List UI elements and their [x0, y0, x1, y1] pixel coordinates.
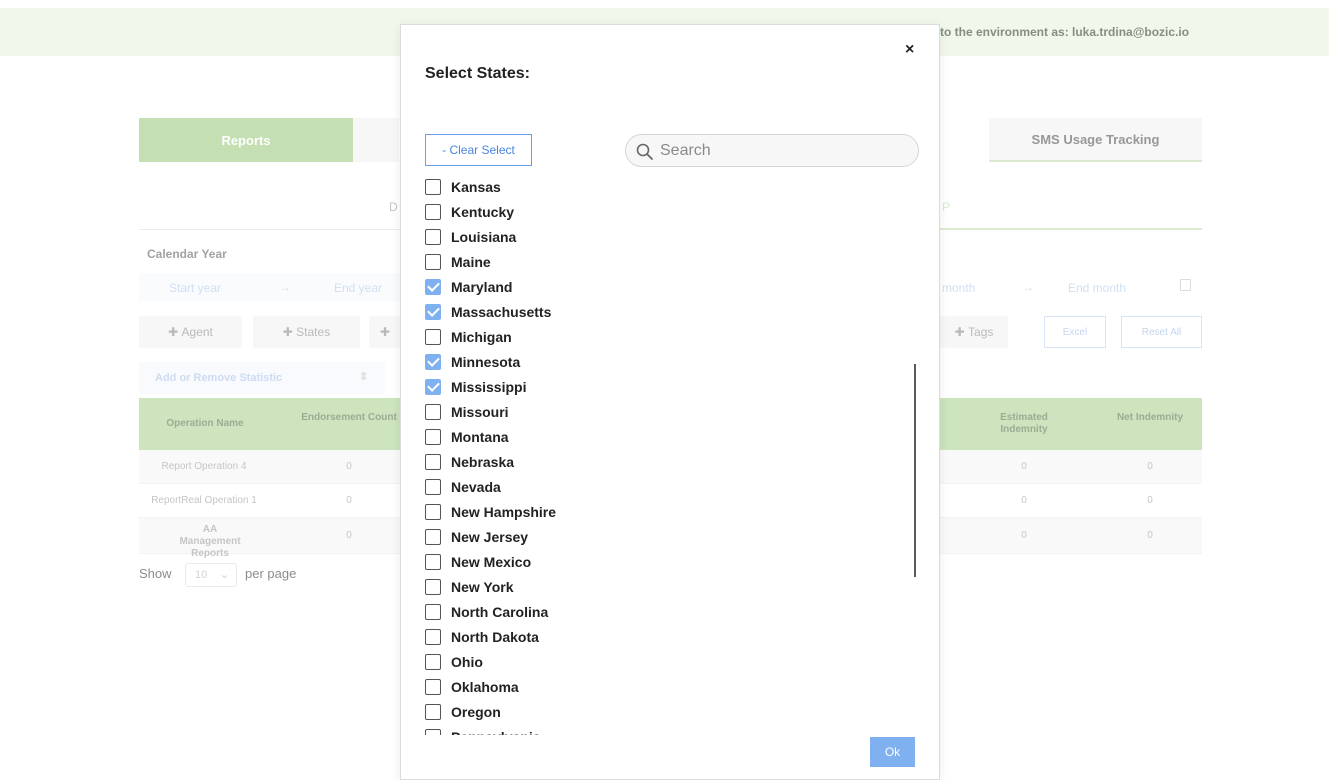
state-option[interactable]: Oregon [425, 699, 625, 724]
state-label: Massachusetts [451, 303, 552, 320]
state-option[interactable]: Montana [425, 424, 625, 449]
checkbox-checked[interactable] [425, 278, 441, 295]
checkbox[interactable] [425, 628, 441, 645]
state-option[interactable]: North Dakota [425, 624, 625, 649]
checkbox-checked[interactable] [425, 303, 441, 320]
state-option[interactable]: Michigan [425, 324, 625, 349]
checkbox[interactable] [425, 228, 441, 245]
checkbox[interactable] [425, 678, 441, 695]
state-label: Oregon [451, 703, 501, 720]
state-label: New Jersey [451, 528, 529, 545]
state-label: Kentucky [451, 203, 515, 220]
state-option[interactable]: Minnesota [425, 349, 625, 374]
state-option[interactable]: Nevada [425, 474, 625, 499]
checkbox[interactable] [425, 403, 441, 420]
ok-button[interactable]: Ok [870, 737, 915, 767]
checkbox[interactable] [425, 253, 441, 270]
state-label: Montana [451, 428, 509, 445]
state-label: Mississippi [451, 378, 527, 395]
state-option[interactable]: Oklahoma [425, 674, 625, 699]
state-label: Kansas [451, 178, 501, 195]
checkbox[interactable] [425, 478, 441, 495]
checkbox[interactable] [425, 178, 441, 195]
checkbox[interactable] [425, 578, 441, 595]
state-option[interactable]: Mississippi [425, 374, 625, 399]
checkbox[interactable] [425, 203, 441, 220]
checkbox[interactable] [425, 328, 441, 345]
state-label: Nebraska [451, 453, 515, 470]
state-label: Missouri [451, 403, 509, 420]
state-label: Minnesota [451, 353, 521, 370]
search-input[interactable] [660, 139, 910, 163]
modal-title: Select States: [425, 65, 530, 82]
state-option[interactable]: New Jersey [425, 524, 625, 549]
checkbox[interactable] [425, 728, 441, 735]
state-label: Ohio [451, 653, 483, 670]
state-option[interactable]: Ohio [425, 649, 625, 674]
state-label: New Mexico [451, 553, 532, 570]
scrollbar[interactable] [914, 364, 916, 577]
state-option[interactable]: Massachusetts [425, 299, 625, 324]
checkbox[interactable] [425, 603, 441, 620]
checkbox[interactable] [425, 553, 441, 570]
state-label: Maine [451, 253, 491, 270]
state-label: Pennsylvania [451, 729, 541, 736]
state-option[interactable]: Nebraska [425, 449, 625, 474]
checkbox-checked[interactable] [425, 353, 441, 370]
state-label: New Hampshire [451, 503, 557, 520]
state-option[interactable]: Maine [425, 249, 625, 274]
state-option[interactable]: New Mexico [425, 549, 625, 574]
state-label: Nevada [451, 478, 501, 495]
state-label: North Carolina [451, 603, 549, 620]
state-option[interactable]: Pennsylvania [425, 724, 625, 735]
state-option[interactable]: North Carolina [425, 599, 625, 624]
search-icon [636, 143, 653, 160]
states-list[interactable]: Kansas Kentucky Louisiana Maine Maryland Mass… [425, 175, 625, 735]
close-icon[interactable]: × [905, 41, 914, 59]
state-option[interactable]: Kansas [425, 175, 625, 199]
state-option[interactable]: Louisiana [425, 224, 625, 249]
state-label: Michigan [451, 328, 512, 345]
checkbox[interactable] [425, 703, 441, 720]
state-label: Oklahoma [451, 678, 519, 695]
state-option[interactable]: Maryland [425, 274, 625, 299]
checkbox[interactable] [425, 528, 441, 545]
checkbox[interactable] [425, 453, 441, 470]
state-label: Maryland [451, 278, 513, 295]
select-states-modal: Select States: × - Clear Select Kansas Ke… [400, 24, 940, 780]
checkbox[interactable] [425, 503, 441, 520]
state-option[interactable]: Kentucky [425, 199, 625, 224]
state-label: North Dakota [451, 628, 539, 645]
checkbox[interactable] [425, 428, 441, 445]
checkbox-checked[interactable] [425, 378, 441, 395]
state-label: Louisiana [451, 228, 517, 245]
state-label: New York [451, 578, 514, 595]
state-option[interactable]: New Hampshire [425, 499, 625, 524]
clear-select-button[interactable]: - Clear Select [425, 134, 532, 166]
state-option[interactable]: Missouri [425, 399, 625, 424]
checkbox[interactable] [425, 653, 441, 670]
search-field[interactable] [625, 134, 919, 167]
state-option[interactable]: New York [425, 574, 625, 599]
